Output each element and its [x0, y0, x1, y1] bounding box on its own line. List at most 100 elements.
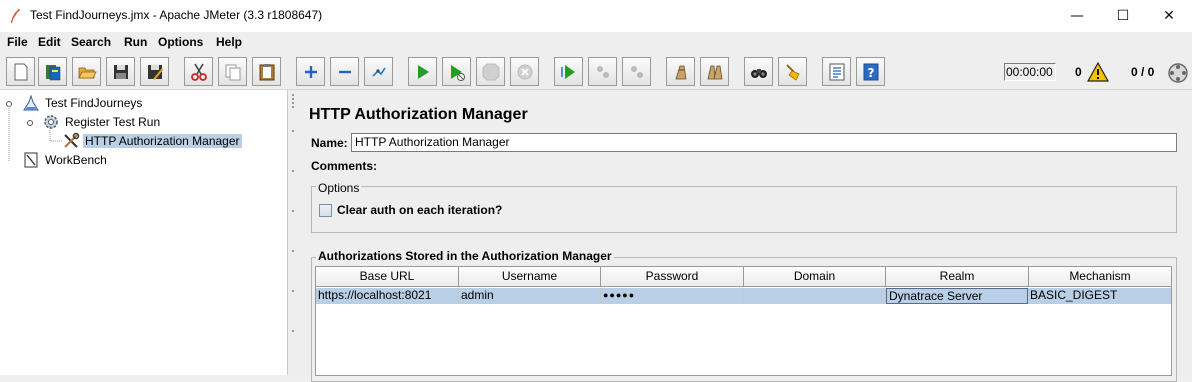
menu-search[interactable]: Search: [71, 35, 111, 49]
column-header-domain[interactable]: Domain: [744, 267, 886, 287]
test-plan-tree: Test FindJourneys Register Test Run HTTP…: [0, 90, 288, 375]
new-button[interactable]: [6, 57, 35, 86]
shutdown-icon: [517, 64, 532, 79]
workbench-icon: [22, 151, 40, 169]
jmeter-feather-icon: [11, 9, 20, 23]
remote-shutdown-button[interactable]: [622, 57, 651, 86]
options-title: Options: [316, 181, 362, 195]
remote-stop-button[interactable]: [588, 57, 617, 86]
auth-manager-panel: HTTP Authorization Manager Name: HTTP Au…: [298, 90, 1192, 382]
clear-all-button[interactable]: [700, 57, 729, 86]
help-button[interactable]: ?: [856, 57, 885, 86]
expand-all-button[interactable]: [296, 57, 325, 86]
remote-start-icon: [560, 64, 575, 79]
remote-stop-icon: [596, 65, 609, 78]
elapsed-timer: 00:00:00: [1004, 63, 1056, 81]
test-plan-icon: [22, 94, 40, 112]
cell-base-url[interactable]: https://localhost:8021: [316, 288, 459, 304]
open-icon: [77, 67, 97, 78]
clear-auth-label[interactable]: Clear auth on each iteration?: [337, 203, 502, 217]
menu-options[interactable]: Options: [158, 35, 203, 49]
menu-file[interactable]: File: [7, 35, 28, 49]
column-header-realm[interactable]: Realm: [886, 267, 1029, 287]
column-header-mechanism[interactable]: Mechanism: [1029, 267, 1171, 287]
help-icon: ?: [863, 63, 878, 80]
save-as-button[interactable]: [140, 57, 169, 86]
cell-password[interactable]: ●●●●●: [601, 288, 744, 304]
comments-label: Comments:: [311, 159, 378, 173]
templates-button[interactable]: [38, 57, 67, 86]
clear-all-icon: [706, 65, 722, 79]
window-title: Test FindJourneys.jmx - Apache JMeter (3…: [30, 8, 323, 22]
cut-button[interactable]: [184, 57, 213, 86]
cell-username[interactable]: admin: [459, 288, 601, 304]
clear-icon: [674, 65, 686, 79]
copy-icon: [225, 64, 240, 80]
collapse-all-button[interactable]: [330, 57, 359, 86]
minus-icon: [338, 70, 351, 73]
start-icon: [417, 64, 429, 79]
tree-connector: [8, 106, 10, 162]
title-bar: Test FindJourneys.jmx - Apache JMeter (3…: [0, 0, 1192, 32]
function-helper-icon: [829, 63, 844, 80]
toggle-button[interactable]: [364, 57, 393, 86]
menu-help[interactable]: Help: [216, 35, 242, 49]
menu-run[interactable]: Run: [124, 35, 147, 49]
column-header-password[interactable]: Password: [601, 267, 744, 287]
menu-bar: File Edit Search Run Options Help: [0, 32, 1192, 52]
tree-item-label: WorkBench: [45, 153, 107, 167]
paste-icon: [259, 63, 274, 80]
cell-mechanism[interactable]: BASIC_DIGEST: [1028, 288, 1171, 304]
error-count: 0: [1075, 65, 1082, 79]
start-button[interactable]: [408, 57, 437, 86]
open-button[interactable]: [72, 57, 101, 86]
search-button[interactable]: [744, 57, 773, 86]
active-threads: 0 / 0: [1131, 65, 1155, 79]
paste-button[interactable]: [252, 57, 281, 86]
tree-item-http-authorization-manager[interactable]: HTTP Authorization Manager: [62, 132, 242, 150]
templates-icon: [45, 64, 60, 80]
clear-button[interactable]: [666, 57, 695, 86]
remote-start-button[interactable]: [554, 57, 583, 86]
reset-search-button[interactable]: [778, 57, 807, 86]
svg-text:?: ?: [867, 66, 874, 80]
cell-realm[interactable]: Dynatrace Server: [886, 288, 1028, 304]
column-header-base-url[interactable]: Base URL: [316, 267, 459, 287]
minimize-button[interactable]: —: [1054, 0, 1100, 32]
close-button[interactable]: ✕: [1146, 0, 1192, 32]
copy-button[interactable]: [218, 57, 247, 86]
page-title: HTTP Authorization Manager: [309, 106, 528, 123]
authorizations-title: Authorizations Stored in the Authorizati…: [316, 249, 614, 263]
stop-icon: [482, 63, 499, 80]
tree-connector: [49, 126, 62, 142]
name-label: Name:: [311, 136, 348, 150]
save-as-icon: [147, 64, 163, 80]
log-viewer-icon[interactable]: [1167, 62, 1189, 84]
start-no-pauses-button[interactable]: [442, 57, 471, 86]
clear-auth-checkbox[interactable]: [319, 204, 332, 217]
toggle-icon: [371, 67, 386, 77]
binoculars-icon: [750, 68, 767, 78]
stop-button[interactable]: [476, 57, 505, 86]
cell-domain[interactable]: [744, 288, 886, 304]
tree-item-label: Test FindJourneys: [45, 96, 143, 110]
column-header-username[interactable]: Username: [459, 267, 601, 287]
name-field[interactable]: HTTP Authorization Manager: [351, 133, 1177, 152]
cut-icon: [190, 63, 207, 81]
tree-item-label: Register Test Run: [65, 115, 161, 129]
save-icon: [113, 64, 128, 79]
maximize-button[interactable]: ☐: [1100, 0, 1146, 32]
authorizations-table[interactable]: Base URL Username Password Domain Realm …: [315, 266, 1172, 376]
save-button[interactable]: [106, 57, 135, 86]
shutdown-button[interactable]: [510, 57, 539, 86]
warning-icon[interactable]: [1087, 62, 1109, 82]
split-pane-divider[interactable]: [288, 90, 298, 375]
function-helper-button[interactable]: [822, 57, 851, 86]
tree-item-test-plan[interactable]: Test FindJourneys: [22, 94, 144, 112]
tree-item-label: HTTP Authorization Manager: [83, 134, 242, 148]
tree-handle-icon[interactable]: [26, 119, 34, 127]
menu-edit[interactable]: Edit: [38, 35, 61, 49]
tree-item-workbench[interactable]: WorkBench: [22, 151, 109, 169]
start-no-pause-icon: [450, 64, 465, 81]
plus-icon: [304, 65, 317, 78]
